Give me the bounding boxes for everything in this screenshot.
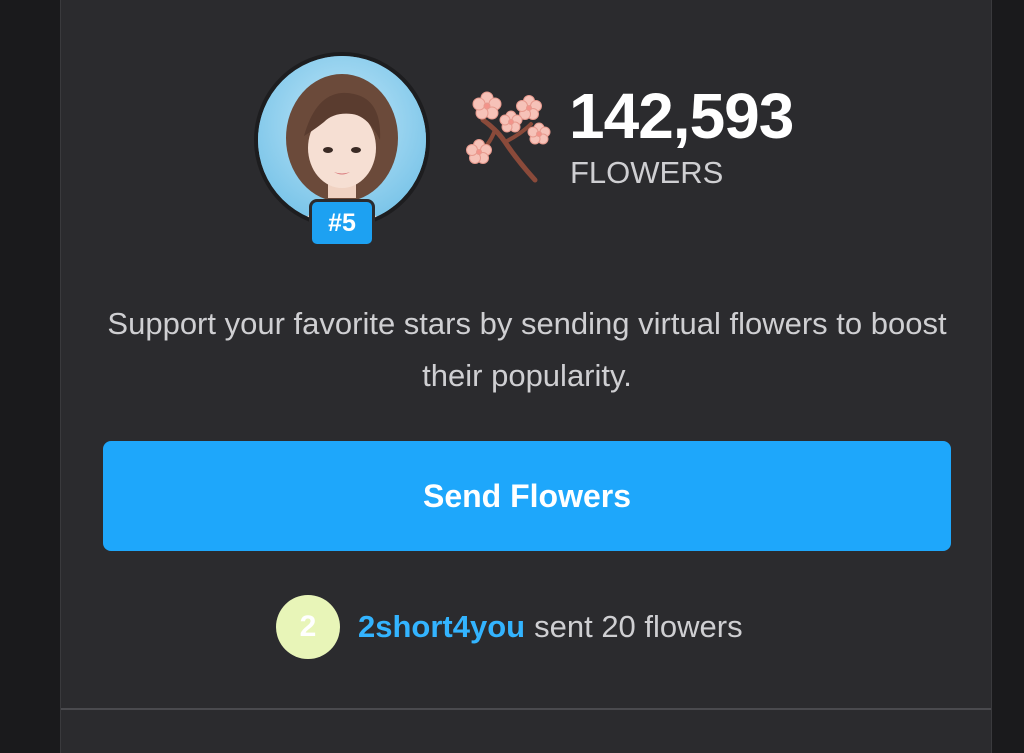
divider — [61, 708, 991, 710]
activity-username-link[interactable]: 2short4you — [358, 609, 525, 645]
flower-count: 142,593 — [569, 80, 794, 152]
activity-badge: 2 — [276, 595, 340, 659]
cherry-blossom-icon — [466, 91, 551, 183]
rank-badge: #5 — [309, 199, 375, 247]
activity-text: sent 20 flowers — [534, 609, 743, 644]
flower-support-card: #5 142,593 FLOWERS Support your favorite… — [60, 0, 992, 753]
profile-avatar-group[interactable]: #5 — [254, 52, 430, 247]
flower-count-label: FLOWERS — [570, 155, 724, 190]
page: #5 142,593 FLOWERS Support your favorite… — [0, 0, 1024, 753]
description-text: Support your favorite stars by sending v… — [107, 306, 947, 393]
recent-activity: 2 2short4you sent 20 flowers — [276, 594, 743, 660]
send-flowers-button[interactable]: Send Flowers — [103, 441, 951, 551]
